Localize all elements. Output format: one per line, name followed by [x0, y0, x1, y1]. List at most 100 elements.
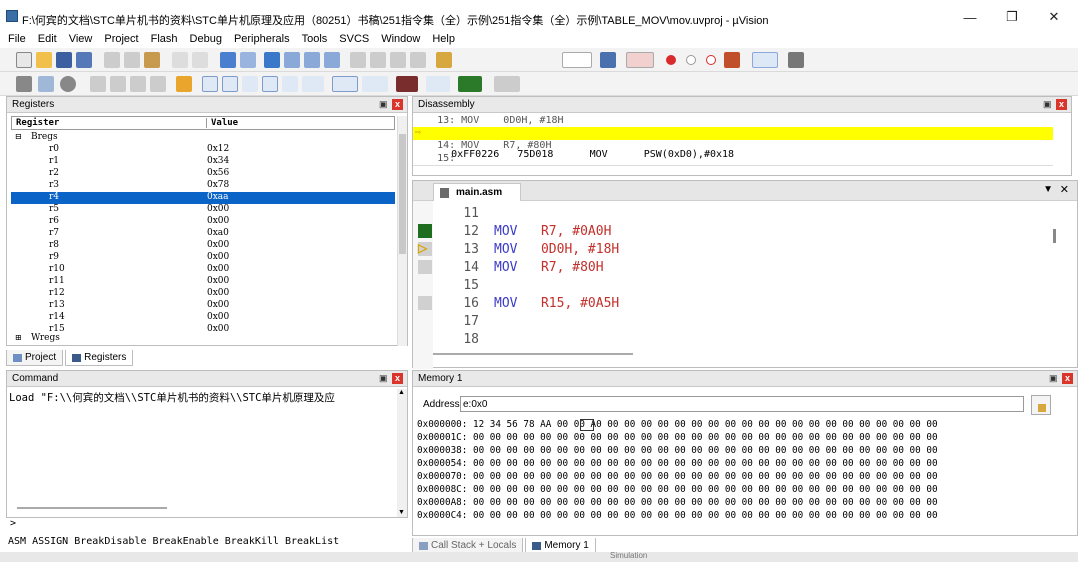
- redo-icon[interactable]: [192, 52, 208, 68]
- collapse-icon[interactable]: ⊟: [15, 132, 22, 141]
- copy-icon[interactable]: [124, 52, 140, 68]
- register-row[interactable]: r9 0x00: [11, 252, 395, 264]
- lock-icon[interactable]: [1031, 395, 1051, 415]
- step-over-icon[interactable]: [110, 76, 126, 92]
- new-file-icon[interactable]: [16, 52, 32, 68]
- disasm-line-current[interactable]: ⇨ 0xFF0226 75D018 MOV PSW(0xD0),#0x18: [413, 127, 1053, 160]
- enable-breakpoint-icon[interactable]: [686, 55, 696, 65]
- register-row[interactable]: r8 0x00: [11, 240, 395, 252]
- start-debug-icon[interactable]: [626, 52, 654, 68]
- register-row[interactable]: r0 0x12: [11, 144, 395, 156]
- paste-icon[interactable]: [144, 52, 160, 68]
- column-value[interactable]: Value: [206, 118, 238, 128]
- registers-scrollbar[interactable]: [397, 116, 407, 346]
- trace-window-icon[interactable]: [426, 76, 450, 92]
- close-icon[interactable]: x: [392, 99, 403, 110]
- register-row[interactable]: r6 0x00: [11, 216, 395, 228]
- close-icon[interactable]: x: [1056, 99, 1067, 110]
- register-row[interactable]: r7 0xa0: [11, 228, 395, 240]
- pin-icon[interactable]: ▣: [379, 374, 388, 383]
- register-group-wregs[interactable]: ⊞ Wregs: [11, 333, 395, 345]
- memory-row[interactable]: 0x0000A8: 00 00 00 00 00 00 00 00 00 00 …: [417, 497, 938, 508]
- address-input[interactable]: [460, 396, 1024, 412]
- tab-project[interactable]: Project: [6, 350, 64, 366]
- serial-window-icon[interactable]: [362, 76, 388, 92]
- command-hscroll-thumb[interactable]: [17, 507, 167, 509]
- close-button[interactable]: ✕: [1034, 6, 1074, 28]
- window-layout-icon[interactable]: [752, 52, 778, 68]
- find-icon[interactable]: [600, 52, 616, 68]
- command-window-icon[interactable]: [202, 76, 218, 92]
- register-row[interactable]: r13 0x00: [11, 300, 395, 312]
- registers-window-icon[interactable]: [262, 76, 278, 92]
- memory-row[interactable]: 0x000070: 00 00 00 00 00 00 00 00 00 00 …: [417, 471, 938, 482]
- indent-icon[interactable]: [350, 52, 366, 68]
- call-stack-window-icon[interactable]: [282, 76, 298, 92]
- expand-icon[interactable]: ⊞: [15, 333, 22, 342]
- menu-edit[interactable]: Edit: [38, 33, 57, 45]
- show-next-statement-icon[interactable]: [176, 76, 192, 92]
- register-row[interactable]: r1 0x34: [11, 156, 395, 168]
- step-into-icon[interactable]: [90, 76, 106, 92]
- bookmark-icon[interactable]: [264, 52, 280, 68]
- comment-icon[interactable]: [390, 52, 406, 68]
- maximize-button[interactable]: ❐: [992, 6, 1032, 28]
- memory-window-icon[interactable]: [332, 76, 358, 92]
- memory-row[interactable]: 0x000038: 00 00 00 00 00 00 00 00 00 00 …: [417, 445, 938, 456]
- scroll-thumb[interactable]: [399, 134, 406, 254]
- save-all-icon[interactable]: [76, 52, 92, 68]
- register-row[interactable]: r12 0x00: [11, 288, 395, 300]
- tab-main-asm[interactable]: main.asm: [433, 183, 522, 201]
- undo-icon[interactable]: [172, 52, 188, 68]
- code-line[interactable]: MOV R7, #80H: [494, 260, 604, 275]
- code-line[interactable]: MOV R15, #0A5H: [494, 296, 619, 311]
- navigate-forward-icon[interactable]: [240, 52, 256, 68]
- menu-project[interactable]: Project: [104, 33, 138, 45]
- find-combo[interactable]: [562, 52, 592, 68]
- save-icon[interactable]: [56, 52, 72, 68]
- next-bookmark-icon[interactable]: [304, 52, 320, 68]
- code-line[interactable]: MOV R7, #0A0H: [494, 224, 611, 239]
- editor-hscroll-thumb[interactable]: [433, 353, 633, 355]
- run-icon[interactable]: [38, 76, 54, 92]
- disable-breakpoint-icon[interactable]: [706, 55, 716, 65]
- menu-debug[interactable]: Debug: [190, 33, 222, 45]
- menu-svcs[interactable]: SVCS: [339, 33, 369, 45]
- memory-row[interactable]: 0x0000C4: 00 00 00 00 00 00 00 00 00 00 …: [417, 510, 938, 521]
- menu-flash[interactable]: Flash: [151, 33, 178, 45]
- scroll-down-icon[interactable]: ▼: [398, 509, 406, 517]
- run-to-cursor-icon[interactable]: [150, 76, 166, 92]
- code-line[interactable]: MOV 0D0H, #18H: [494, 242, 619, 257]
- close-icon[interactable]: x: [392, 373, 403, 384]
- register-row[interactable]: r11 0x00: [11, 276, 395, 288]
- uncomment-icon[interactable]: [410, 52, 426, 68]
- memory-row[interactable]: 0x00001C: 00 00 00 00 00 00 00 00 00 00 …: [417, 432, 938, 443]
- configure-icon[interactable]: [788, 52, 804, 68]
- cut-icon[interactable]: [104, 52, 120, 68]
- pin-icon[interactable]: ▣: [379, 100, 388, 109]
- pin-icon[interactable]: ▣: [1049, 374, 1058, 383]
- memory-row[interactable]: 0x000000: 12 34 56 78 AA 00 00 A0 00 00 …: [417, 419, 938, 430]
- register-row[interactable]: r3 0x78: [11, 180, 395, 192]
- column-register[interactable]: Register: [16, 118, 59, 128]
- find-in-files-icon[interactable]: [436, 52, 452, 68]
- register-row-selected[interactable]: r4 0xaa: [11, 192, 395, 204]
- system-viewer-icon[interactable]: [458, 76, 482, 92]
- register-row[interactable]: r14 0x00: [11, 312, 395, 324]
- navigate-back-icon[interactable]: [220, 52, 236, 68]
- menu-tools[interactable]: Tools: [302, 33, 328, 45]
- memory-row[interactable]: 0x00008C: 00 00 00 00 00 00 00 00 00 00 …: [417, 484, 938, 495]
- tab-dropdown-icon[interactable]: ▼: [1043, 184, 1053, 195]
- unindent-icon[interactable]: [370, 52, 386, 68]
- watch-window-icon[interactable]: [302, 76, 324, 92]
- reset-cpu-icon[interactable]: [16, 76, 32, 92]
- close-icon[interactable]: x: [1062, 373, 1073, 384]
- pin-icon[interactable]: ▣: [1043, 100, 1052, 109]
- command-scrollbar[interactable]: ▲ ▼: [397, 389, 407, 517]
- clear-bookmarks-icon[interactable]: [324, 52, 340, 68]
- register-row[interactable]: r10 0x00: [11, 264, 395, 276]
- toolbox-icon[interactable]: [494, 76, 520, 92]
- tab-registers[interactable]: Registers: [65, 350, 134, 366]
- scroll-up-icon[interactable]: ▲: [398, 389, 406, 397]
- register-row[interactable]: r5 0x00: [11, 204, 395, 216]
